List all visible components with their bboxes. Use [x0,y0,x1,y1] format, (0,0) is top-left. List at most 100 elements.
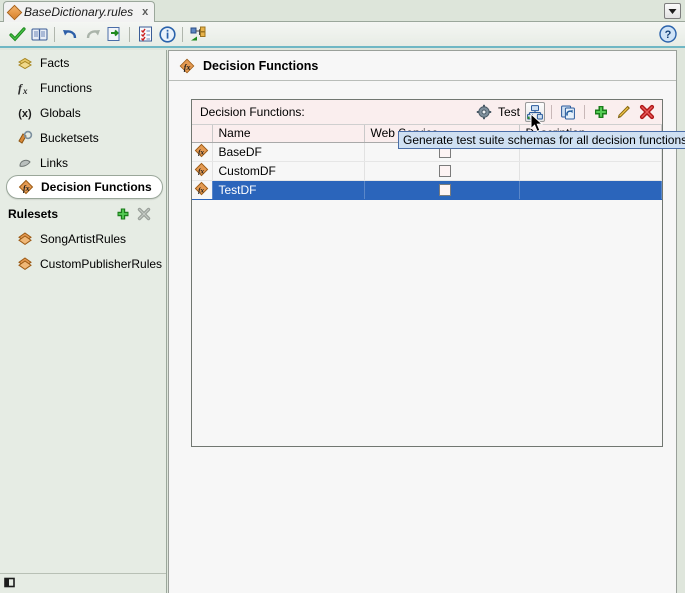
checklist-glyph [138,26,152,42]
row-description-cell[interactable] [519,161,662,181]
facts-stack-icon [17,55,33,71]
pencil-glyph [617,105,630,119]
editor-tab-bar: BaseDictionary.rules x [0,0,685,22]
panel-toolbar-label: Decision Functions: [200,105,305,119]
row-name-cell[interactable]: TestDF [212,180,365,200]
chevron-down-glyph [668,8,677,14]
ruleset-glyph [18,231,32,245]
table-header-gutter [192,125,213,143]
generate-schemas-glyph [527,104,543,119]
sidebar-status-bar [0,573,166,593]
row-webservice-cell[interactable] [364,180,520,200]
svg-text:fx: fx [198,148,204,156]
row-name-cell[interactable]: BaseDF [212,142,365,162]
sidebar-item-globals[interactable]: (x) Globals [0,100,166,125]
plus-glyph [595,106,607,118]
links-glyph [19,159,31,167]
svg-text:x: x [22,86,28,96]
sidebar-item-label: Globals [40,105,81,120]
decision-function-icon: fx [194,162,209,176]
help-glyph: ? [659,25,677,43]
redo-icon [81,23,103,45]
row-icon-cell: fx [192,161,213,181]
table-row[interactable]: fx CustomDF [192,161,662,181]
panel-toolbar: Decision Functions: Test [192,100,662,125]
add-plus-icon[interactable] [591,102,611,122]
sidebar-item-bucketsets[interactable]: Bucketsets [0,125,166,150]
function-fx-icon: f x [17,80,33,96]
dictionary-sidebar: Facts f x Functions (x) Globals Bucketse… [0,50,167,593]
bucketsets-icon [17,130,33,146]
ruleset-diamond-icon [17,256,33,272]
table-header-name[interactable]: Name [212,125,365,143]
svg-text:?: ? [665,29,672,41]
book-glyph [31,28,47,40]
row-name-cell[interactable]: CustomDF [212,161,365,181]
chevron-down-icon[interactable] [664,3,681,19]
undo-glyph [62,30,76,39]
redo-glyph [86,30,100,39]
check-glyph [8,26,26,41]
sidebar-item-songartistrules[interactable]: SongArtistRules [0,226,166,251]
sidebar-item-decision-functions[interactable]: fx Decision Functions [6,175,163,199]
toolbar-separator [54,26,55,42]
sidebar-item-functions[interactable]: f x Functions [0,75,166,100]
toolbar-separator [182,26,183,42]
sidebar-item-label: Links [40,155,69,170]
export-glyph [107,27,120,41]
info-glyph [158,25,176,43]
bucketsets-glyph [18,130,33,144]
x-glyph [639,104,655,120]
webservice-checkbox[interactable] [438,184,451,197]
info-icon[interactable] [156,23,178,45]
collapse-glyph [4,577,15,587]
undo-icon[interactable] [59,23,81,45]
decision-function-icon: fx [179,58,195,74]
generate-schemas-icon[interactable] [525,102,545,122]
test-gear-icon[interactable] [474,102,494,122]
merge-links-icon[interactable] [187,23,209,45]
decision-function-icon: fx [18,179,34,195]
dictionary-book-icon[interactable] [28,23,50,45]
test-gear-glyph [476,104,492,120]
merge-glyph [190,26,205,41]
test-checklist-icon[interactable] [134,23,156,45]
decision-function-icon: fx [194,181,209,195]
decision-function-glyph: fx [18,179,34,195]
toolbar-separator [551,105,552,119]
export-document-icon[interactable] [103,23,125,45]
webservice-checkbox[interactable] [438,165,451,178]
add-plus-icon[interactable] [115,206,131,222]
toolbar-separator [584,105,585,119]
validate-check-icon[interactable] [6,23,28,45]
table-row[interactable]: fx TestDF [192,180,662,200]
edit-pencil-icon[interactable] [614,102,634,122]
close-icon[interactable]: x [142,6,148,18]
test-label[interactable]: Test [497,105,522,119]
diamond-dictionary-icon [6,4,23,20]
x-glyph-disabled [137,207,151,221]
sidebar-item-label: Facts [40,55,70,70]
help-question-icon[interactable]: ? [659,25,677,43]
sidebar-item-links[interactable]: Links [0,150,166,175]
page-title: Decision Functions [203,58,319,73]
delete-x-icon [136,206,152,222]
sidebar-item-facts[interactable]: Facts [0,50,166,75]
sidebar-item-label: SongArtistRules [40,231,127,246]
refresh-glyph [561,105,575,120]
refresh-sync-icon[interactable] [558,102,578,122]
delete-x-icon[interactable] [637,102,657,122]
svg-text:(x): (x) [18,108,32,120]
row-description-cell[interactable] [519,180,662,200]
collapse-panel-icon[interactable] [4,577,16,591]
decision-function-glyph: fx [179,58,195,73]
row-webservice-cell[interactable] [364,161,520,181]
svg-text:fx: fx [23,184,30,193]
facts-glyph [18,57,32,69]
sidebar-item-custompublisherrules[interactable]: CustomPublisherRules [0,251,166,276]
editor-tab-basedictionary[interactable]: BaseDictionary.rules x [3,1,156,22]
rulesets-header-label: Rulesets [8,207,59,221]
sidebar-item-label: CustomPublisherRules [40,256,163,271]
sidebar-item-label: Decision Functions [41,180,152,194]
rulesets-actions [115,206,166,222]
